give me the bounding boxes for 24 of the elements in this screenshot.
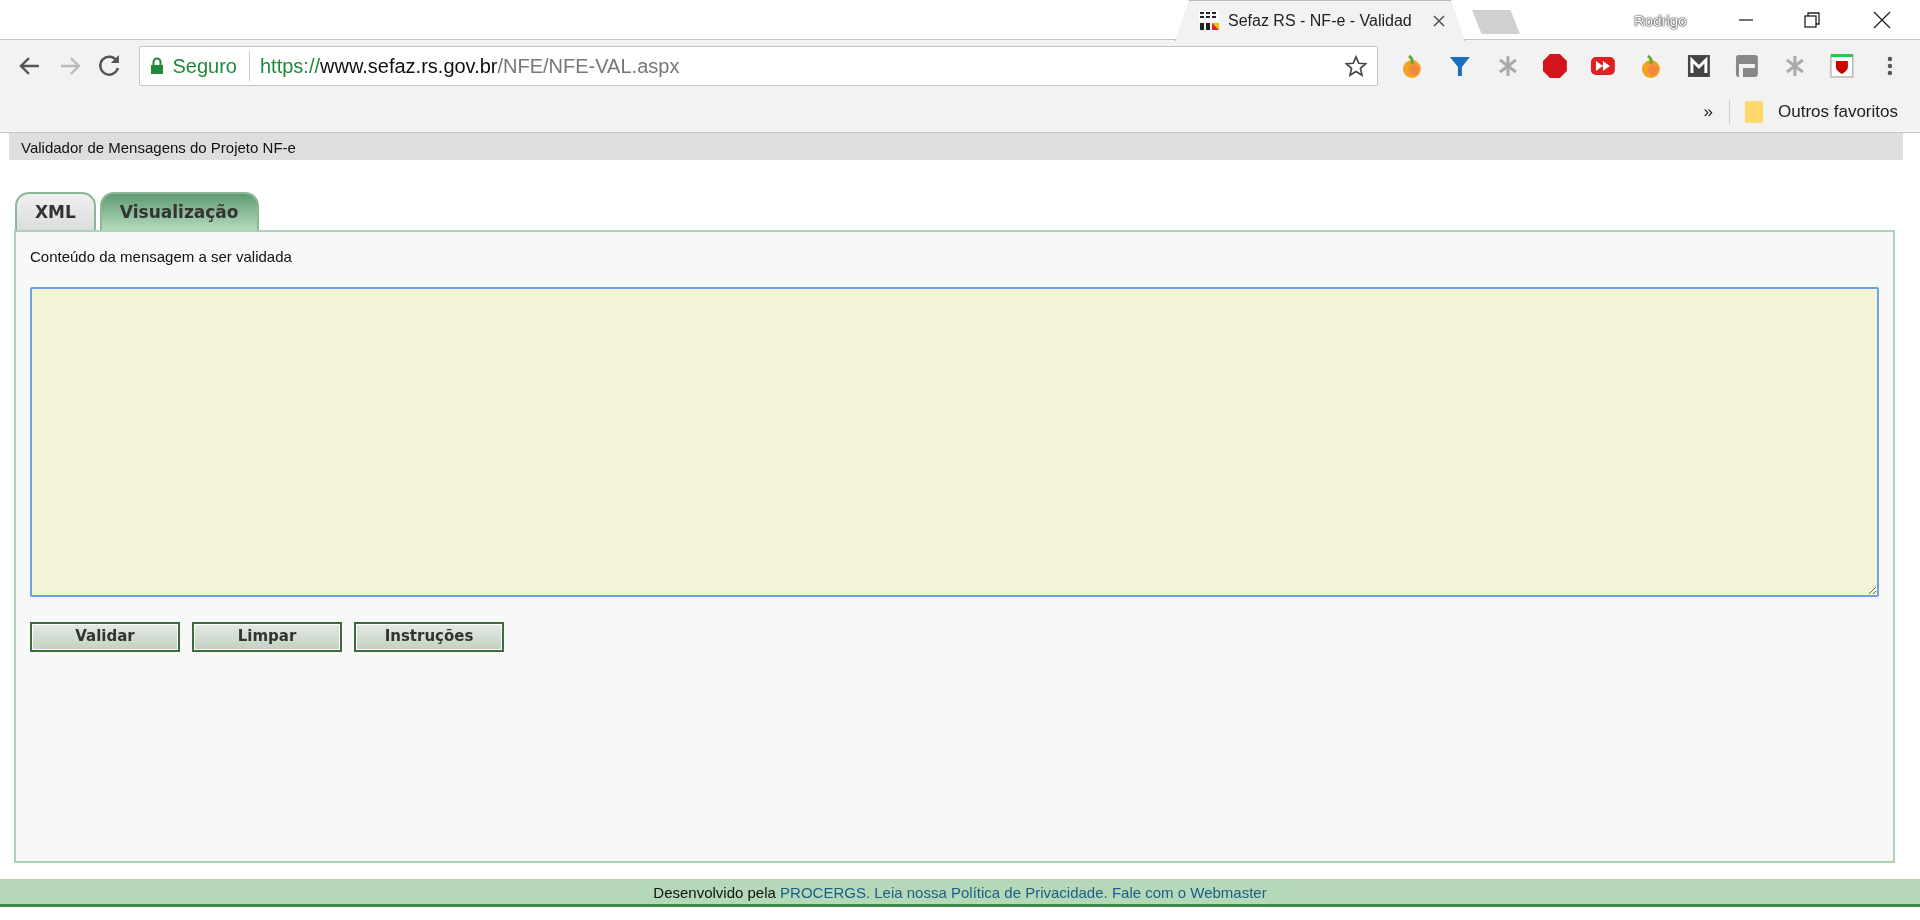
profile-name[interactable]: Rodrigo <box>1634 10 1687 33</box>
star-icon[interactable] <box>1345 55 1367 77</box>
field-label: Conteúdo da mensagem a ser validada <box>30 247 293 267</box>
security-label: Seguro <box>172 51 250 81</box>
footer-link[interactable]: PROCERGS. <box>780 884 871 901</box>
browser-tab[interactable]: Sefaz RS - NF-e - Validad <box>1175 0 1465 41</box>
tab-title: Sefaz RS - NF-e - Validad <box>1228 11 1413 31</box>
form-button[interactable]: Limpar <box>192 621 342 652</box>
lock-icon <box>150 57 165 75</box>
url-text: https://www.sefaz.rs.gov.br/NFE/NFE-VAL.aspx <box>260 54 680 79</box>
address-bar[interactable]: Seguro https://www.sefaz.rs.gov.br/NFE/NFE-VAL.aspx <box>139 46 1378 86</box>
page-header: Validador de Mensagens do Projeto NF-e <box>9 133 1903 160</box>
close-icon[interactable] <box>1432 14 1446 28</box>
tab[interactable]: XML <box>15 191 96 230</box>
tab[interactable]: Visualização <box>99 191 259 230</box>
overflow-chevron[interactable]: » <box>1703 99 1713 125</box>
bookmark-folder[interactable]: Outros favoritos <box>1778 99 1898 125</box>
footer-link[interactable]: Leia nossa Política de Privacidade. <box>874 884 1108 901</box>
footer-text: Desenvolvido pela PROCERGS. Leia nossa Política de Privacidade. Fale com o Webmaster <box>653 884 1267 901</box>
footer-link[interactable]: Fale com o Webmaster <box>1111 884 1267 901</box>
folder-icon <box>1744 100 1764 124</box>
form-button[interactable]: Validar <box>30 621 180 652</box>
form-button[interactable]: Instruções <box>354 621 504 652</box>
favicon-icon <box>1198 10 1220 32</box>
